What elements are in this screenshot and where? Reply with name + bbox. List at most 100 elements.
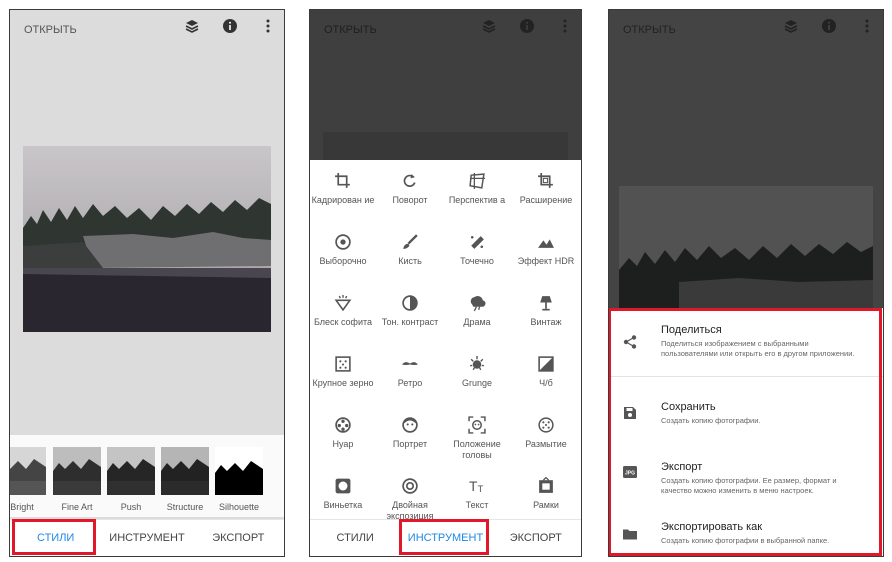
tool-double-exposure[interactable]: Двойная экспозиция [377, 477, 443, 522]
open-button[interactable]: ОТКРЫТЬ [324, 24, 377, 36]
tool-grainy-film[interactable]: Крупное зерно [310, 355, 376, 389]
tool-label: Кадрирован ие [311, 195, 375, 205]
tool-healing[interactable]: Точечно [444, 233, 510, 267]
tools-screen: ОТКРЫТЬ Кадрирован ие Поворот Перспектив а… [309, 9, 582, 557]
tool-head-pose[interactable]: Положение головы [444, 416, 510, 461]
tool-hdr[interactable]: Эффект HDR [513, 233, 579, 267]
tool-label: Крупное зерно [312, 378, 374, 388]
highlight-box [12, 519, 96, 555]
tonal-contrast-icon [401, 294, 419, 312]
tool-rotate[interactable]: Поворот [377, 172, 443, 206]
tool-retrolux[interactable]: Ретро [377, 355, 443, 389]
styles-screen: ОТКРЫТЬ Bright Fine Art Push Structure S… [9, 9, 285, 557]
glamour-glow-icon [334, 294, 352, 312]
tab-tools[interactable]: ИНСТРУМЕНТ [101, 520, 192, 556]
black-white-icon [537, 355, 555, 373]
tool-label: Рамки [533, 500, 559, 510]
noir-icon [334, 416, 352, 434]
tool-label: Текст [465, 500, 489, 510]
brush-icon [401, 233, 419, 251]
tool-lens-blur[interactable]: Размытие [513, 416, 579, 450]
tool-drama[interactable]: Драма [444, 294, 510, 328]
healing-icon [468, 233, 486, 251]
style-thumb[interactable] [53, 447, 101, 495]
style-label: Push [120, 502, 142, 512]
svg-text:T: T [478, 484, 484, 495]
tool-label: Перспектив а [448, 195, 506, 205]
tool-portrait[interactable]: Портрет [377, 416, 443, 450]
rotate-icon [401, 172, 419, 190]
tool-label: Grunge [461, 378, 493, 388]
tool-noir[interactable]: Нуар [310, 416, 376, 450]
tool-label: Выборочно [319, 256, 367, 266]
layers-stack-icon[interactable] [783, 18, 799, 34]
portrait-icon [401, 416, 419, 434]
text-icon: TT [468, 477, 486, 495]
tool-selective[interactable]: Выборочно [310, 233, 376, 267]
top-bar: ОТКРЫТЬ [310, 10, 581, 46]
tab-export[interactable]: ЭКСПОРТ [491, 520, 581, 556]
tool-label: Положение головы [453, 439, 501, 460]
tool-label: Блеск софита [313, 317, 373, 327]
vignette-icon [334, 477, 352, 495]
styles-strip: Bright Fine Art Push Structure Silhouett… [10, 435, 284, 517]
info-icon[interactable] [821, 18, 837, 34]
tool-label: Расширение [519, 195, 573, 205]
layers-stack-icon[interactable] [481, 18, 497, 34]
crop-icon [334, 172, 352, 190]
tool-crop[interactable]: Кадрирован ие [310, 172, 376, 206]
style-label: Structure [166, 502, 204, 512]
top-bar: ОТКРЫТЬ [609, 10, 883, 46]
tool-grunge[interactable]: Grunge [444, 355, 510, 389]
style-thumb[interactable] [107, 447, 155, 495]
more-vert-icon[interactable] [557, 18, 573, 34]
tool-text[interactable]: T T Текст [444, 477, 510, 511]
more-vert-icon[interactable] [260, 18, 276, 34]
grainy-film-icon [334, 355, 352, 373]
head-pose-icon [468, 416, 486, 434]
open-button[interactable]: ОТКРЫТЬ [24, 24, 77, 36]
drama-icon [468, 294, 486, 312]
tool-label: Нуар [332, 439, 354, 449]
tool-vintage[interactable]: Винтаж [513, 294, 579, 328]
double-exposure-icon [401, 477, 419, 495]
style-thumb[interactable] [161, 447, 209, 495]
lens-blur-icon [537, 416, 555, 434]
vintage-icon [537, 294, 555, 312]
tool-label: Размытие [525, 439, 567, 449]
info-icon[interactable] [222, 18, 238, 34]
style-thumb[interactable] [10, 447, 46, 495]
tool-label: Винтаж [530, 317, 562, 327]
retrolux-icon [401, 355, 419, 373]
tool-black-white[interactable]: Ч/б [513, 355, 579, 389]
tool-frames[interactable]: Рамки [513, 476, 579, 511]
style-label: Bright [10, 502, 34, 512]
tool-tonal-contrast[interactable]: Тон. контраст [377, 294, 443, 328]
export-screen: ОТКРЫТЬ Поделиться Поделиться изображени… [608, 9, 884, 557]
style-label: Fine Art [61, 502, 93, 512]
frames-icon [537, 476, 555, 495]
tool-label: Ретро [397, 378, 423, 388]
tab-styles[interactable]: СТИЛИ [310, 520, 400, 556]
style-thumb[interactable] [215, 447, 263, 495]
tab-export[interactable]: ЭКСПОРТ [193, 520, 284, 556]
tool-vignette[interactable]: Виньетка [310, 477, 376, 511]
tool-label: Виньетка [323, 500, 363, 510]
expand-icon [537, 172, 555, 190]
tool-brush[interactable]: Кисть [377, 233, 443, 267]
tool-expand[interactable]: Расширение [513, 172, 579, 206]
highlight-box [609, 308, 882, 556]
tool-label: Портрет [392, 439, 428, 449]
tool-label: Тон. контраст [381, 317, 439, 327]
layers-stack-icon[interactable] [184, 18, 200, 34]
tool-label: Драма [463, 317, 491, 327]
tool-perspective[interactable]: Перспектив а [444, 172, 510, 206]
hdr-icon [537, 233, 555, 251]
photo-preview [23, 146, 271, 332]
info-icon[interactable] [519, 18, 535, 34]
top-bar: ОТКРЫТЬ [10, 10, 284, 46]
open-button[interactable]: ОТКРЫТЬ [623, 24, 676, 36]
photo-preview [323, 132, 568, 162]
tool-glamour-glow[interactable]: Блеск софита [310, 294, 376, 328]
more-vert-icon[interactable] [859, 18, 875, 34]
